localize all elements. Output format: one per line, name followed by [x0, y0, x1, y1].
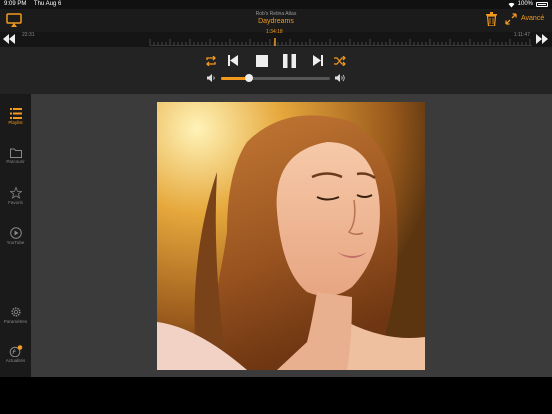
repeat-icon[interactable] — [205, 56, 217, 66]
current-time: 1:34:18 — [266, 29, 283, 35]
pause-icon[interactable] — [283, 54, 296, 68]
folder-icon — [9, 148, 22, 158]
header-title: Daydreams — [258, 18, 294, 25]
star-icon — [9, 187, 22, 199]
expand-icon[interactable] — [505, 13, 517, 25]
sidebar-label-playlist: Playlist — [8, 120, 23, 125]
notification-badge — [17, 345, 22, 350]
playback-controls — [0, 47, 552, 94]
stop-icon[interactable] — [256, 55, 268, 67]
sidebar-label-browse: Parcourir — [6, 159, 25, 164]
timeline-ruler[interactable] — [20, 38, 532, 46]
sidebar-item-news[interactable]: Actualités — [0, 345, 31, 375]
sidebar-label-youtube: YouTube — [6, 240, 25, 245]
sidebar-item-youtube[interactable]: YouTube — [0, 227, 31, 257]
trash-icon[interactable] — [486, 12, 497, 26]
album-artwork[interactable] — [157, 102, 425, 370]
previous-icon[interactable] — [228, 55, 238, 66]
gear-icon — [10, 307, 21, 317]
rewind-icon[interactable] — [3, 34, 15, 44]
sidebar-item-settings[interactable]: Paramètres — [0, 306, 31, 336]
bottom-bar — [0, 377, 552, 414]
sidebar-label-settings: Paramètres — [3, 319, 28, 324]
header-subtitle: Rob's Retina Atlas — [255, 11, 297, 17]
status-time: 9:09 PM — [4, 1, 27, 7]
volume-knob[interactable] — [245, 74, 254, 82]
list-icon — [9, 108, 22, 119]
shuffle-icon[interactable] — [334, 56, 346, 66]
status-bar: 9:09 PM Thu Aug 6 100% — [0, 0, 552, 9]
sidebar-item-playlist[interactable]: Playlist — [0, 108, 31, 138]
advanced-button[interactable]: Avancé — [521, 15, 544, 22]
fast-forward-icon[interactable] — [536, 34, 548, 44]
battery-percent: 100% — [517, 1, 533, 7]
battery-icon — [536, 2, 548, 7]
sidebar-label-favorites: Favoris — [8, 200, 23, 205]
youtube-icon — [9, 227, 22, 239]
sidebar: Playlist Parcourir Favoris YouTube Param… — [0, 94, 31, 377]
wifi-icon — [508, 2, 515, 7]
volume-high-icon — [335, 74, 345, 82]
sidebar-item-browse[interactable]: Parcourir — [0, 148, 31, 178]
volume-low-icon — [207, 74, 215, 82]
timeline[interactable]: 22:31 1:34:18 1:11:47 — [0, 29, 552, 47]
status-date: Thu Aug 6 — [33, 1, 62, 7]
main-content — [31, 94, 552, 377]
next-icon[interactable] — [313, 55, 323, 66]
volume-slider[interactable] — [221, 74, 330, 82]
sidebar-item-favorites[interactable]: Favoris — [0, 187, 31, 217]
sidebar-label-news: Actualités — [5, 358, 26, 363]
news-icon — [9, 345, 22, 357]
